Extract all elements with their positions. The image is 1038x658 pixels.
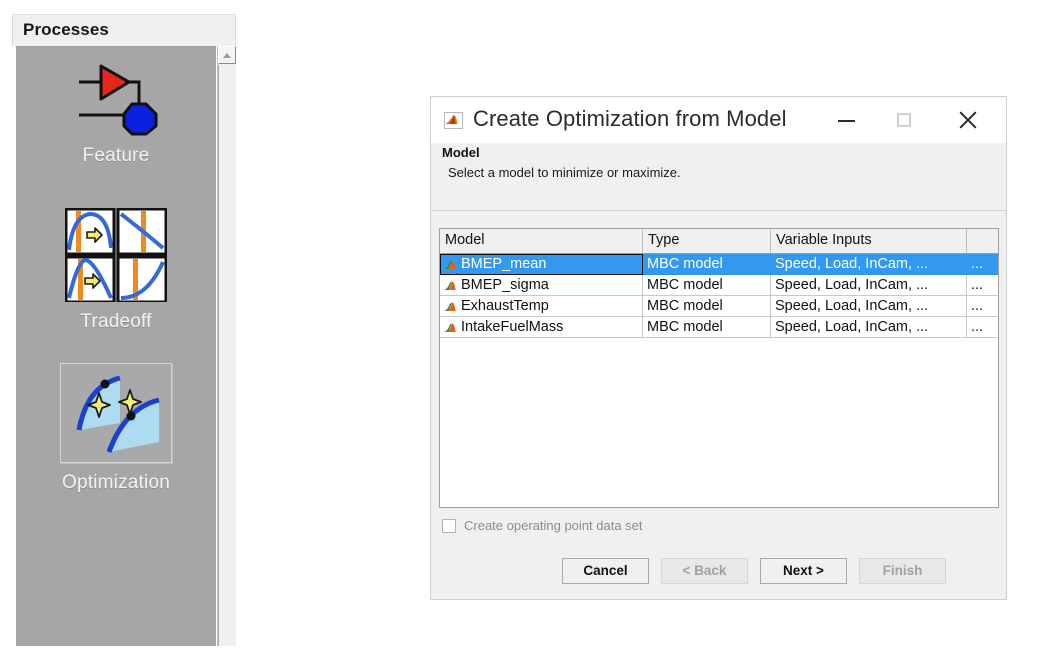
- process-label-tradeoff: Tradeoff: [80, 311, 152, 332]
- table-row[interactable]: BMEP_mean MBC model Speed, Load, InCam, …: [440, 254, 998, 275]
- dialog-button-row: Cancel < Back Next > Finish: [562, 558, 946, 584]
- dialog-section-description: Select a model to minimize or maximize.: [448, 165, 681, 180]
- processes-panel-header: Processes: [12, 14, 236, 46]
- cell-model-text: BMEP_mean: [461, 256, 547, 272]
- back-button: < Back: [661, 558, 748, 584]
- processes-scrollbar[interactable]: [217, 46, 236, 646]
- column-header-variable-inputs[interactable]: Variable Inputs: [771, 229, 967, 253]
- process-label-optimization: Optimization: [62, 472, 170, 493]
- scrollbar-track[interactable]: [218, 65, 236, 646]
- cell-variable-inputs[interactable]: Speed, Load, InCam, ...: [771, 275, 967, 296]
- processes-list: Feature Tradeoff Optimization: [16, 46, 216, 646]
- mbc-model-icon: [444, 258, 458, 271]
- cell-variable-inputs[interactable]: Speed, Load, InCam, ...: [771, 296, 967, 317]
- cell-model[interactable]: BMEP_sigma: [440, 275, 643, 296]
- cell-type[interactable]: MBC model: [643, 254, 771, 275]
- processes-panel-title: Processes: [23, 20, 109, 39]
- scroll-up-arrow-icon[interactable]: [218, 46, 236, 64]
- cell-model[interactable]: IntakeFuelMass: [440, 317, 643, 338]
- cell-model-text: IntakeFuelMass: [461, 319, 564, 335]
- table-row[interactable]: BMEP_sigma MBC model Speed, Load, InCam,…: [440, 275, 998, 296]
- table-header-row: Model Type Variable Inputs: [440, 229, 998, 254]
- cell-extra[interactable]: ...: [967, 317, 998, 338]
- cell-type[interactable]: MBC model: [643, 275, 771, 296]
- table-row[interactable]: ExhaustTemp MBC model Speed, Load, InCam…: [440, 296, 998, 317]
- process-item-optimization[interactable]: Optimization: [16, 363, 216, 494]
- cell-type[interactable]: MBC model: [643, 317, 771, 338]
- model-table[interactable]: Model Type Variable Inputs BMEP_mean MBC…: [439, 228, 999, 508]
- cell-model[interactable]: ExhaustTemp: [440, 296, 643, 317]
- tradeoff-icon: [65, 208, 167, 302]
- create-operating-point-label: Create operating point data set: [464, 518, 643, 533]
- mbc-model-icon: [444, 279, 458, 292]
- processes-panel: Processes Feature Tradeoff Optimization: [12, 14, 236, 646]
- minimize-icon[interactable]: [831, 107, 871, 133]
- create-operating-point-checkbox-row[interactable]: Create operating point data set: [442, 518, 643, 533]
- column-header-extra[interactable]: [967, 229, 998, 253]
- screenshot-root: Processes Feature Tradeoff Optimization …: [0, 0, 1038, 658]
- process-item-tradeoff[interactable]: Tradeoff: [16, 208, 216, 333]
- mbc-model-icon: [444, 300, 458, 313]
- close-icon[interactable]: [953, 107, 993, 133]
- cell-variable-inputs[interactable]: Speed, Load, InCam, ...: [771, 254, 967, 275]
- cell-extra[interactable]: ...: [967, 275, 998, 296]
- cell-model-text: BMEP_sigma: [461, 277, 549, 293]
- dialog-divider: [431, 210, 1006, 211]
- cell-type[interactable]: MBC model: [643, 296, 771, 317]
- next-button[interactable]: Next >: [760, 558, 847, 584]
- cell-model[interactable]: BMEP_mean: [440, 254, 643, 275]
- cell-model-text: ExhaustTemp: [461, 298, 549, 314]
- cell-variable-inputs[interactable]: Speed, Load, InCam, ...: [771, 317, 967, 338]
- process-label-feature: Feature: [82, 145, 150, 166]
- finish-button: Finish: [859, 558, 946, 584]
- feature-icon: [73, 60, 159, 136]
- cell-extra[interactable]: ...: [967, 254, 998, 275]
- column-header-model[interactable]: Model: [440, 229, 643, 253]
- dialog-titlebar: Create Optimization from Model: [431, 97, 1006, 143]
- maximize-icon[interactable]: [888, 107, 928, 133]
- cell-extra[interactable]: ...: [967, 296, 998, 317]
- cancel-button[interactable]: Cancel: [562, 558, 649, 584]
- create-operating-point-checkbox[interactable]: [442, 518, 456, 533]
- mbc-model-icon: [444, 321, 458, 334]
- dialog-section-title: Model: [442, 145, 480, 160]
- column-header-type[interactable]: Type: [643, 229, 771, 253]
- process-item-feature[interactable]: Feature: [16, 60, 216, 167]
- table-row[interactable]: IntakeFuelMass MBC model Speed, Load, In…: [440, 317, 998, 338]
- create-optimization-dialog: Create Optimization from Model Model Sel…: [430, 96, 1007, 600]
- dialog-title: Create Optimization from Model: [473, 106, 787, 131]
- optimization-icon: [60, 363, 172, 463]
- matlab-membrane-icon: [444, 112, 463, 129]
